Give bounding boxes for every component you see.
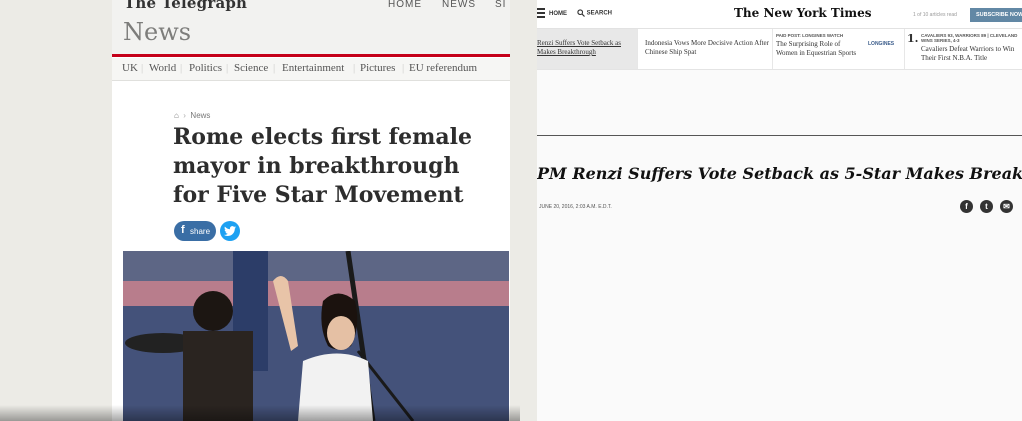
article-count: 1 of 10 articles read bbox=[913, 12, 957, 18]
nyt-page: HOME SEARCH The New York Times 1 of 10 a… bbox=[537, 0, 1022, 421]
home-link[interactable]: HOME bbox=[549, 11, 567, 17]
nyt-header: HOME SEARCH The New York Times 1 of 10 a… bbox=[537, 0, 1022, 29]
video-shadow bbox=[0, 405, 520, 421]
subnav-science[interactable]: Science bbox=[234, 62, 268, 74]
breadcrumb: ⌂ › News bbox=[174, 111, 210, 120]
telegraph-page: The Telegraph HOME NEWS SI News UK | Wor… bbox=[112, 0, 510, 421]
ticker-headline: Indonesia Vows More Decisive Action Afte… bbox=[645, 39, 769, 56]
section-divider bbox=[112, 54, 510, 57]
email-share-icon[interactable]: ✉ bbox=[1000, 200, 1013, 213]
facebook-icon: f bbox=[181, 224, 185, 236]
ticker-headline: The Surprising Role of Women in Equestri… bbox=[776, 40, 857, 57]
telegraph-header: The Telegraph HOME NEWS SI News bbox=[112, 0, 510, 55]
article-headline: PM Renzi Suffers Vote Setback as 5-Star … bbox=[537, 164, 1022, 183]
twitter-share-button[interactable] bbox=[220, 221, 240, 241]
nav-home-link[interactable]: HOME bbox=[388, 0, 422, 10]
ticker-label: CAVALIERS 93, WARRIORS 89 | CLEVELAND WI… bbox=[921, 33, 1018, 43]
search-icon bbox=[577, 9, 585, 17]
breadcrumb-news[interactable]: News bbox=[190, 111, 210, 120]
ticker-rank: 1. bbox=[907, 32, 919, 45]
facebook-share-button[interactable]: f share bbox=[174, 221, 216, 241]
longines-logo: LONGINES bbox=[868, 41, 895, 47]
nav-news-link[interactable]: NEWS bbox=[442, 0, 476, 10]
ticker-item[interactable]: Renzi Suffers Vote Setback as Makes Brea… bbox=[537, 29, 638, 69]
subnav-eu-referendum[interactable]: EU referendum bbox=[409, 62, 477, 74]
subnav-entertainment[interactable]: Entertainment bbox=[282, 62, 344, 74]
article-photo[interactable] bbox=[123, 251, 509, 421]
subnav-world[interactable]: World bbox=[149, 62, 176, 74]
home-icon[interactable]: ⌂ bbox=[174, 111, 179, 120]
subnav-separator: | bbox=[180, 62, 183, 74]
ticker-item[interactable]: 1. CAVALIERS 93, WARRIORS 89 | CLEVELAND… bbox=[904, 29, 1022, 69]
facebook-share-icon[interactable]: f bbox=[960, 200, 973, 213]
section-title[interactable]: News bbox=[123, 18, 191, 46]
ticker-label: PAID POST: LONGINES WATCH bbox=[776, 33, 844, 38]
subnav-politics[interactable]: Politics bbox=[189, 62, 222, 74]
article-headline: Rome elects first female mayor in breakt… bbox=[173, 124, 472, 208]
photo-illustration bbox=[123, 251, 509, 421]
subscribe-button[interactable]: SUBSCRIBE NOW bbox=[970, 8, 1022, 22]
subnav-separator: | bbox=[273, 62, 276, 74]
subnav-separator: | bbox=[226, 62, 229, 74]
twitter-share-icon[interactable]: t bbox=[980, 200, 993, 213]
subnav-separator: | bbox=[141, 62, 144, 74]
search-button[interactable]: SEARCH bbox=[577, 9, 612, 17]
ticker-headline: Cavaliers Defeat Warriors to Win Their F… bbox=[921, 45, 1015, 62]
subnav-pictures[interactable]: Pictures bbox=[360, 62, 395, 74]
subnav-separator: | bbox=[402, 62, 405, 74]
subnav-uk[interactable]: UK bbox=[122, 62, 138, 74]
article-dateline: JUNE 20, 2016, 2:03 A.M. E.D.T. bbox=[539, 204, 612, 210]
nav-more-link[interactable]: SI bbox=[495, 0, 506, 10]
ticker-item[interactable]: PAID POST: LONGINES WATCH The Surprising… bbox=[772, 29, 905, 69]
twitter-icon bbox=[224, 226, 236, 236]
ticker-item[interactable]: Indonesia Vows More Decisive Action Afte… bbox=[637, 29, 773, 69]
section-rule bbox=[537, 135, 1022, 136]
telegraph-logo[interactable]: The Telegraph bbox=[124, 0, 247, 12]
ticker-headline: Renzi Suffers Vote Setback as Makes Brea… bbox=[537, 39, 621, 56]
breadcrumb-separator: › bbox=[181, 111, 189, 120]
search-label: SEARCH bbox=[586, 10, 613, 17]
headline-ticker: Renzi Suffers Vote Setback as Makes Brea… bbox=[537, 29, 1022, 70]
window-margin bbox=[0, 0, 112, 421]
subnav-separator: | bbox=[353, 62, 356, 74]
menu-icon[interactable] bbox=[537, 8, 545, 18]
share-label: share bbox=[190, 227, 211, 236]
section-subnav: UK | World | Politics | Science | Entert… bbox=[112, 58, 510, 81]
nyt-logo[interactable]: The New York Times bbox=[734, 6, 872, 20]
